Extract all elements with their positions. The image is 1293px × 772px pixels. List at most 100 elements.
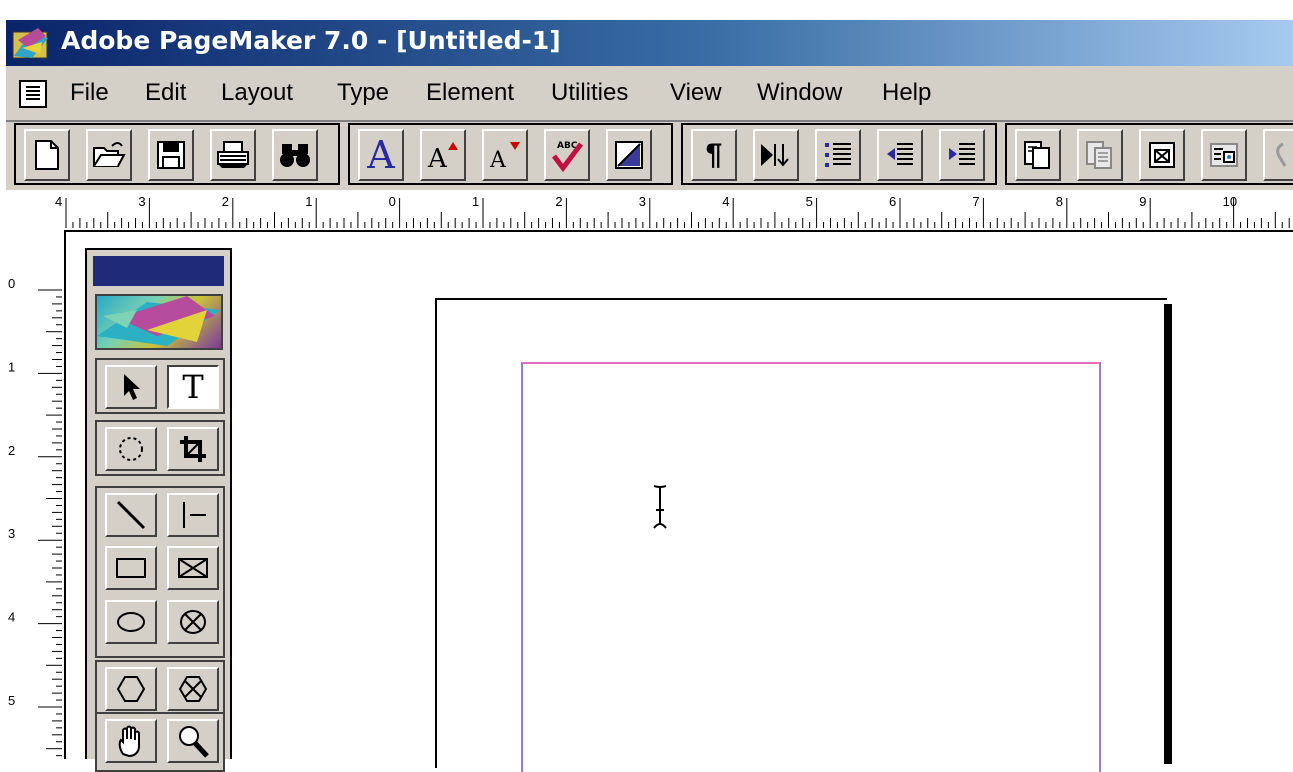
horizontal-ruler-ticks: 4 3 2 1 0 1 2 3 4 5 6 7 8 9 10 bbox=[55, 194, 1290, 228]
rectangle-icon bbox=[116, 558, 146, 578]
insert-object-icon[interactable] bbox=[1139, 129, 1185, 181]
text-ibeam-cursor-icon bbox=[653, 485, 667, 529]
save-icon[interactable] bbox=[148, 129, 194, 181]
pagemaker-app-icon bbox=[12, 28, 48, 59]
hand-tool[interactable] bbox=[105, 719, 157, 763]
indents-tabs-icon[interactable] bbox=[753, 129, 799, 181]
type-toolbar-group: A A A ABC bbox=[348, 123, 673, 185]
ruler-label: 3 bbox=[8, 526, 15, 541]
constrained-line-icon bbox=[183, 502, 206, 528]
spell-check-icon[interactable]: ABC bbox=[544, 129, 590, 181]
menu-help[interactable]: Help bbox=[882, 79, 931, 107]
find-icon[interactable] bbox=[272, 129, 318, 181]
font-size-down-icon[interactable]: A bbox=[482, 129, 528, 181]
ruler-label: 4 bbox=[55, 194, 62, 209]
svg-text:A: A bbox=[489, 148, 507, 170]
ellipse-frame-icon bbox=[180, 610, 206, 634]
window-title: Adobe PageMaker 7.0 - [Untitled-1] bbox=[61, 26, 561, 55]
ruler-label: 1 bbox=[305, 194, 312, 209]
screen-top-strip bbox=[0, 0, 1293, 20]
zoom-tool[interactable] bbox=[167, 719, 219, 763]
toolbox-row-navigation bbox=[95, 712, 225, 772]
paragraph-toolbar-group: ¶ bbox=[681, 123, 997, 185]
page-shadow bbox=[1164, 304, 1172, 764]
menu-type[interactable]: Type bbox=[337, 79, 389, 107]
rectangle-frame-tool[interactable] bbox=[167, 546, 219, 590]
title-bar[interactable]: Adobe PageMaker 7.0 - [Untitled-1] bbox=[6, 20, 1293, 66]
ruler-label: 8 bbox=[1056, 194, 1063, 209]
indent-icon[interactable] bbox=[939, 129, 985, 181]
rotate-icon bbox=[119, 437, 143, 461]
place-icon[interactable] bbox=[1015, 129, 1061, 181]
vertical-ruler-ticks: 0 1 2 3 4 5 bbox=[8, 276, 62, 757]
ruler-label: 3 bbox=[639, 194, 646, 209]
fill-stroke-icon[interactable] bbox=[606, 129, 652, 181]
new-icon[interactable] bbox=[24, 129, 70, 181]
polygon-icon bbox=[116, 676, 146, 702]
ruler-label: 2 bbox=[222, 194, 229, 209]
rectangle-tool[interactable] bbox=[105, 546, 157, 590]
print-icon[interactable] bbox=[210, 129, 256, 181]
toolbox-title-bar[interactable] bbox=[93, 256, 224, 286]
ellipse-frame-tool[interactable] bbox=[167, 600, 219, 644]
menu-edit[interactable]: Edit bbox=[145, 79, 186, 107]
ruler-label: 2 bbox=[8, 443, 15, 458]
magnifier-icon bbox=[179, 726, 209, 758]
ruler-label: 10 bbox=[1223, 194, 1237, 209]
svg-text:A: A bbox=[427, 144, 448, 170]
hyperlink-icon[interactable] bbox=[1263, 129, 1293, 181]
vertical-ruler[interactable]: 0 1 2 3 4 5 bbox=[6, 230, 66, 759]
crop-tool[interactable] bbox=[167, 427, 219, 471]
paragraph-icon[interactable]: ¶ bbox=[691, 129, 737, 181]
ellipse-icon bbox=[117, 612, 145, 632]
ruler-label: 4 bbox=[8, 610, 15, 625]
toolbox-row-1: T bbox=[95, 358, 225, 414]
pagemaker-logo bbox=[95, 294, 223, 350]
constrained-line-tool[interactable] bbox=[167, 493, 219, 537]
menu-layout[interactable]: Layout bbox=[221, 79, 293, 107]
ruler-label: 7 bbox=[972, 194, 979, 209]
bullets-icon[interactable] bbox=[815, 129, 861, 181]
margin-guides bbox=[521, 362, 1101, 772]
toolbox-row-2 bbox=[95, 420, 225, 476]
pointer-tool[interactable] bbox=[105, 365, 157, 409]
open-icon[interactable] bbox=[86, 129, 132, 181]
toolbox-row-polygon bbox=[95, 660, 225, 716]
image-icon[interactable] bbox=[1201, 129, 1247, 181]
text-tool[interactable]: T bbox=[167, 365, 219, 409]
polygon-frame-icon bbox=[178, 676, 208, 702]
ruler-label: 1 bbox=[472, 194, 479, 209]
file-toolbar-group bbox=[14, 123, 340, 185]
hand-icon bbox=[118, 725, 140, 758]
rotate-tool[interactable] bbox=[105, 427, 157, 471]
polygon-tool[interactable] bbox=[105, 667, 157, 711]
horizontal-ruler[interactable]: 4 3 2 1 0 1 2 3 4 5 6 7 8 9 10 bbox=[6, 190, 1293, 232]
menu-utilities[interactable]: Utilities bbox=[551, 79, 628, 107]
line-tool[interactable] bbox=[105, 493, 157, 537]
menu-view[interactable]: View bbox=[670, 79, 722, 107]
ruler-label: 9 bbox=[1139, 194, 1146, 209]
menu-element[interactable]: Element bbox=[426, 79, 514, 107]
object-toolbar-group bbox=[1005, 123, 1293, 185]
outdent-icon[interactable] bbox=[877, 129, 923, 181]
document-control-icon[interactable] bbox=[19, 80, 47, 108]
ruler-label: 5 bbox=[806, 194, 813, 209]
polygon-frame-tool[interactable] bbox=[167, 667, 219, 711]
ruler-label: 4 bbox=[722, 194, 729, 209]
crop-icon bbox=[180, 436, 206, 462]
toolbox-palette[interactable]: T bbox=[85, 248, 232, 772]
ruler-label: 2 bbox=[555, 194, 562, 209]
menu-bar: File Edit Layout Type Element Utilities … bbox=[6, 66, 1293, 122]
character-style-icon[interactable]: A bbox=[358, 129, 404, 181]
diagonal-line-icon bbox=[116, 500, 146, 530]
menu-file[interactable]: File bbox=[70, 79, 109, 107]
main-toolbar: A A A ABC ¶ bbox=[6, 122, 1293, 190]
ruler-label: 0 bbox=[8, 276, 15, 291]
ruler-label: 3 bbox=[138, 194, 145, 209]
font-size-up-icon[interactable]: A bbox=[420, 129, 466, 181]
toolbox-drawing-group bbox=[95, 486, 225, 658]
copy-disabled-icon[interactable] bbox=[1077, 129, 1123, 181]
ellipse-tool[interactable] bbox=[105, 600, 157, 644]
menu-window[interactable]: Window bbox=[757, 79, 842, 107]
ruler-label: 0 bbox=[389, 194, 396, 209]
